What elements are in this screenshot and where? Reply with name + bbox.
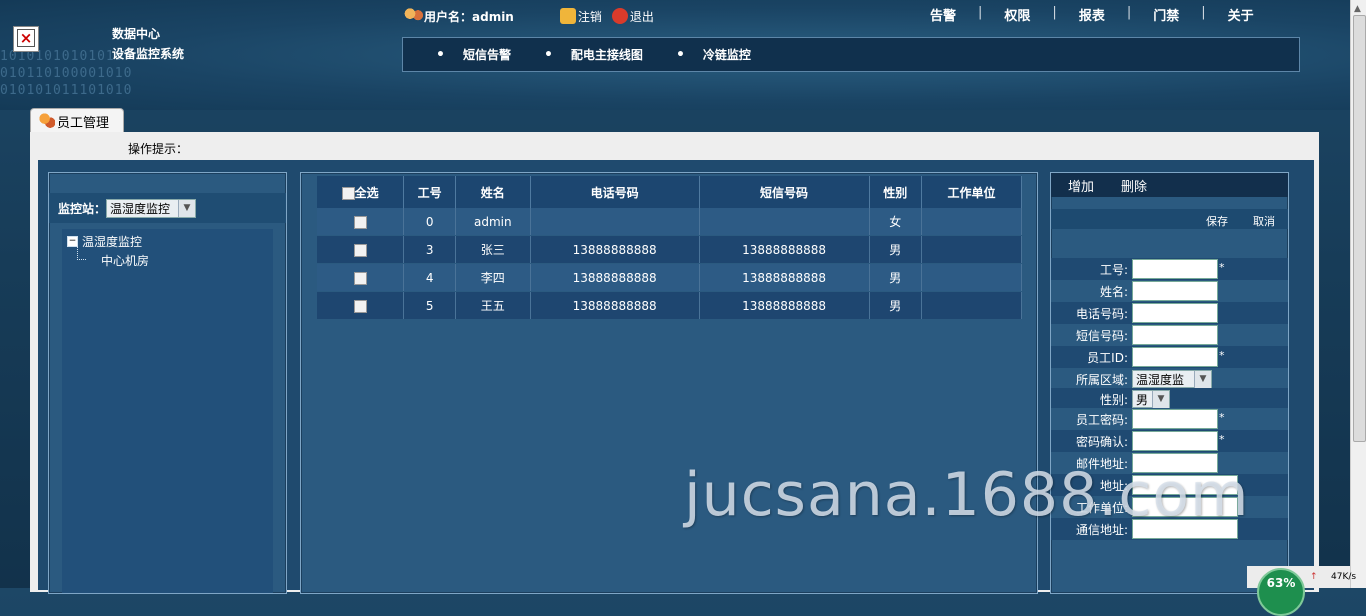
employee-table: 全选 工号 姓名 电话号码 短信号码 性别 工作单位 0 admin 女 3 张三 1…	[317, 176, 1022, 320]
col-emp-no: 工号	[403, 176, 456, 208]
select-all-header[interactable]: 全选	[317, 176, 405, 208]
cancel-button[interactable]: 取消	[1253, 213, 1275, 229]
form-row-emp-no: 工号: *	[1051, 258, 1288, 280]
username-label: 用户名：admin	[424, 9, 514, 24]
users-icon	[39, 113, 55, 129]
network-speed-widget: 63% ↑ 47K/s	[1247, 566, 1356, 616]
form-row-name: 姓名:	[1051, 280, 1288, 302]
power-icon	[611, 8, 628, 24]
emp-no-input[interactable]	[1132, 259, 1218, 279]
top-menu: 告警 | 权限 | 报表 | 门禁 | 关于	[930, 5, 1254, 24]
chevron-down-icon: ▼	[178, 200, 196, 217]
row-checkbox[interactable]	[353, 271, 367, 285]
form-row-area: 所属区域: 温湿度监 ▼	[1051, 368, 1288, 390]
col-sms: 短信号码	[699, 176, 870, 208]
chevron-down-icon: ▼	[1194, 371, 1211, 388]
chevron-down-icon: ▼	[1152, 391, 1169, 408]
table-row[interactable]: 0 admin 女	[317, 208, 1022, 236]
form-row-sms: 短信号码:	[1051, 324, 1288, 346]
station-tree	[62, 229, 273, 593]
col-name: 姓名	[455, 176, 531, 208]
station-selector: 监控站： 温湿度监控 ▼	[58, 199, 197, 218]
row-checkbox[interactable]	[353, 215, 367, 229]
scroll-up-icon[interactable]: ▲	[1354, 4, 1361, 14]
network-speed: 47K/s	[1331, 572, 1357, 582]
tree-connector	[77, 247, 86, 260]
form-row-emp-id: 员工ID: *	[1051, 346, 1288, 368]
exit-link[interactable]: 退出	[611, 8, 654, 25]
logout-link[interactable]: 注销	[559, 8, 602, 25]
watermark: jucsana.1688.com	[684, 460, 1250, 530]
menu-report[interactable]: 报表	[1079, 5, 1105, 24]
network-gauge: 63%	[1257, 568, 1305, 616]
menu-alarm[interactable]: 告警	[930, 5, 956, 24]
station-panel: 监控站： 温湿度监控 ▼ − 温湿度监控 中心机房	[48, 172, 287, 594]
form-toolbar: 增加 删除	[1051, 173, 1288, 197]
system-title: 数据中心 设备监控系统	[112, 27, 185, 61]
table-row[interactable]: 5 王五 13888888888 13888888888 男	[317, 291, 1022, 320]
row-checkbox[interactable]	[353, 243, 367, 257]
employee-form-panel: 增加 删除 保存 取消 工号: * 姓名: 电话号码: 短信号码: 员工ID: …	[1050, 172, 1289, 594]
station-select[interactable]: 温湿度监控 ▼	[106, 199, 197, 218]
nav-bar: • 短信告警 • 配电主接线图 • 冷链监控	[402, 37, 1300, 72]
close-icon: ×	[17, 29, 35, 47]
menu-about[interactable]: 关于	[1228, 5, 1254, 24]
menu-permission[interactable]: 权限	[1004, 5, 1030, 24]
delete-button[interactable]: 删除	[1121, 176, 1147, 195]
emp-id-input[interactable]	[1132, 347, 1218, 367]
select-all-checkbox[interactable]	[341, 186, 355, 200]
nav-sms-alarm[interactable]: • 短信告警	[436, 46, 511, 63]
operation-tip: 操作提示：	[128, 142, 189, 156]
col-phone: 电话号码	[530, 176, 700, 208]
scroll-thumb[interactable]	[1353, 15, 1366, 442]
form-row-phone: 电话号码:	[1051, 302, 1288, 324]
password-confirm-input[interactable]	[1132, 431, 1218, 451]
user-area: 用户名：admin 注销 退出	[404, 6, 654, 26]
phone-input[interactable]	[1132, 303, 1218, 323]
employee-table-panel: 全选 工号 姓名 电话号码 短信号码 性别 工作单位 0 admin 女 3 张三 1…	[300, 172, 1038, 594]
nav-power-diagram[interactable]: • 配电主接线图	[544, 46, 643, 63]
menu-separator: |	[1126, 5, 1132, 20]
area-select[interactable]: 温湿度监 ▼	[1132, 370, 1212, 388]
key-icon	[559, 8, 576, 24]
add-button[interactable]: 增加	[1068, 176, 1094, 195]
menu-separator: |	[978, 5, 983, 20]
table-row[interactable]: 3 张三 13888888888 13888888888 男	[317, 235, 1022, 264]
gender-select[interactable]: 男 ▼	[1132, 390, 1170, 408]
menu-door[interactable]: 门禁	[1153, 5, 1179, 24]
save-button[interactable]: 保存	[1206, 213, 1228, 229]
menu-separator: |	[1201, 5, 1206, 20]
form-row-password: 员工密码: *	[1051, 408, 1288, 430]
name-input[interactable]	[1132, 281, 1218, 301]
tree-node-child[interactable]: 中心机房	[101, 252, 149, 269]
form-row-gender: 性别: 男 ▼	[1051, 388, 1288, 410]
table-row[interactable]: 4 李四 13888888888 13888888888 男	[317, 263, 1022, 292]
col-work-unit: 工作单位	[921, 176, 1022, 208]
col-gender: 性别	[869, 176, 923, 208]
nav-cold-chain[interactable]: • 冷链监控	[676, 46, 751, 63]
vertical-scrollbar[interactable]: ▲	[1350, 0, 1366, 588]
user-icon	[404, 8, 424, 24]
collapse-icon[interactable]: −	[67, 236, 78, 247]
sms-input[interactable]	[1132, 325, 1218, 345]
password-input[interactable]	[1132, 409, 1218, 429]
form-row-password-confirm: 密码确认: *	[1051, 430, 1288, 452]
row-checkbox[interactable]	[353, 299, 367, 313]
menu-separator: |	[1052, 5, 1057, 20]
arrow-up-icon: ↑	[1310, 572, 1318, 582]
tab-employee-management[interactable]: 员工管理	[30, 108, 124, 133]
